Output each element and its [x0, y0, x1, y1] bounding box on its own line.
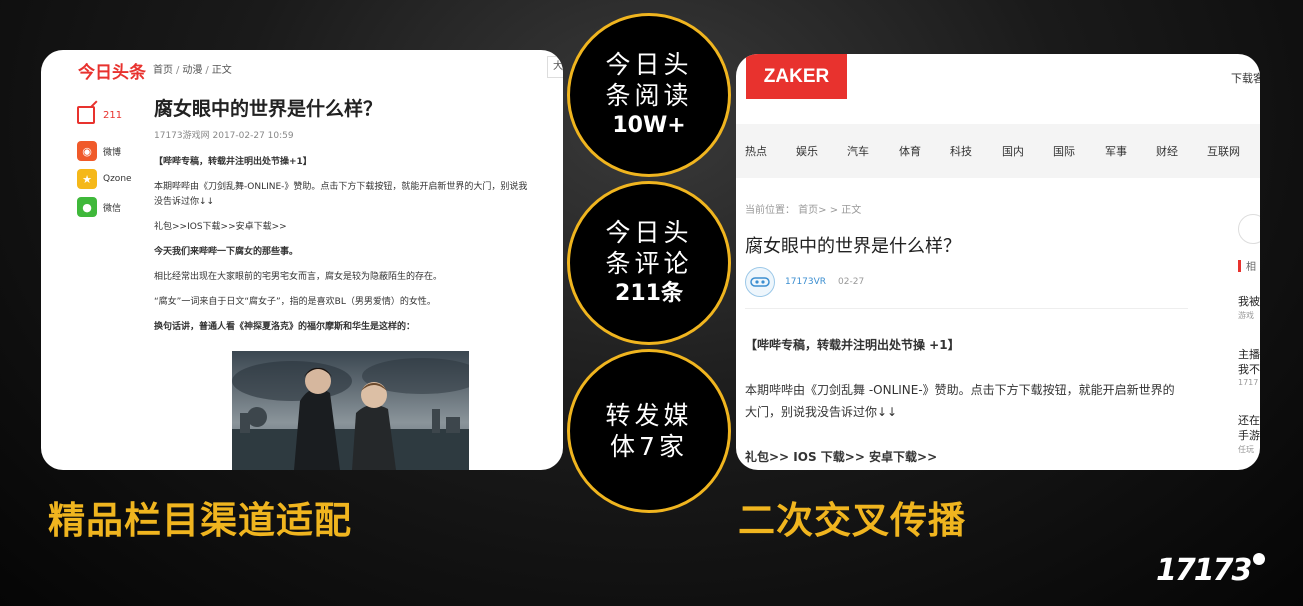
article-paragraph: 本期哔哔由《刀剑乱舞 -ONLINE-》赞助。点击下方下载按钮，就能开启新世界的… [745, 383, 1175, 419]
comment-count: 211 [103, 109, 123, 121]
sidebar-item-source: 1717 [1238, 378, 1259, 387]
nav-item[interactable]: 娱乐 [796, 143, 818, 159]
comment-button[interactable]: 211 [77, 104, 147, 126]
stat-label: 体7家 [610, 432, 688, 461]
comment-edit-icon [77, 106, 95, 124]
wechat-icon: ● [77, 197, 97, 217]
article-paragraph: 【哔哔专稿，转载井注明出处节操+1】 [154, 157, 312, 167]
sidebar-item-source: 游戏 [1238, 311, 1254, 320]
stat-value: 10W+ [612, 113, 686, 138]
nav-item[interactable]: 军事 [1105, 143, 1127, 159]
share-qzone[interactable]: ★ Qzone [77, 168, 147, 190]
brand-logo: 17173 [1156, 550, 1266, 590]
stat-comments: 今日头 条评论 211条 [567, 181, 731, 345]
toutiao-header: 今日头条 首页 / 动漫 / 正文 大 [41, 50, 563, 86]
breadcrumb-home[interactable]: 首页 [153, 65, 173, 76]
article-meta: 17173游戏网 2017-02-27 10:59 [154, 131, 294, 141]
share-label: Qzone [103, 174, 132, 184]
stat-label: 今日头 [605, 218, 693, 247]
nav-item[interactable]: 热点 [745, 143, 767, 159]
divider [745, 308, 1188, 309]
search-icon[interactable] [1238, 214, 1260, 244]
article-paragraph: 换句话讲，普通人看《神探夏洛克》的福尔摩斯和华生是这样的： [154, 322, 416, 332]
brand-dot [1253, 553, 1266, 565]
nav-item[interactable]: 汽车 [847, 143, 869, 159]
section-marker [1238, 260, 1241, 272]
weibo-icon: ◉ [77, 141, 97, 161]
qzone-icon: ★ [77, 169, 97, 189]
share-label: 微信 [103, 203, 122, 214]
download-links[interactable]: 礼包>>IOS下载>>安卓下载>> [154, 220, 546, 235]
article-paragraph: 今天我们来哔哔一下腐女的那些事。 [154, 247, 299, 257]
stat-label: 今日头 [605, 50, 693, 79]
sidebar-heading: 相 [1246, 262, 1256, 273]
nav-bar: 热点 娱乐 汽车 体育 科技 国内 国际 军事 财经 互联网 [736, 124, 1260, 178]
avatar[interactable] [745, 267, 775, 297]
sidebar-item-title[interactable]: 手游 [1238, 427, 1260, 443]
author-name[interactable]: 17173VR [785, 277, 826, 287]
nav-item[interactable]: 财经 [1156, 143, 1178, 159]
caption-text: 二次交叉传播 [738, 499, 966, 542]
caption-text: 精品栏目渠道适配 [48, 499, 352, 542]
share-sidebar: 211 ◉ 微博 ★ Qzone ● 微信 [77, 104, 147, 224]
share-wechat[interactable]: ● 微信 [77, 196, 147, 218]
breadcrumb: 首页 / 动漫 / 正文 [153, 65, 232, 76]
nav-item[interactable]: 互联网 [1207, 143, 1240, 159]
stat-reads: 今日头 条阅读 10W+ [567, 13, 731, 177]
article-paragraph: “腐女”一词来自于日文“腐女子”，指的是喜欢BL（男男爱情）的女性。 [154, 297, 436, 307]
nav-item[interactable]: 科技 [950, 143, 972, 159]
stat-value: 211条 [615, 281, 683, 306]
stat-label: 转发媒 [605, 401, 693, 430]
sidebar-item-title[interactable]: 主播 [1238, 346, 1260, 362]
sidebar-item-title[interactable]: 我被 [1238, 293, 1260, 309]
publish-date: 02-27 [838, 277, 865, 287]
zaker-screenshot: ZAKER 下载客 热点 娱乐 汽车 体育 科技 国内 国际 军事 财经 互联网… [736, 54, 1260, 470]
sherlock-photo [232, 351, 469, 470]
toutiao-logo[interactable]: 今日头条 [78, 58, 146, 83]
breadcrumb-anime[interactable]: 动漫 [182, 65, 202, 76]
toutiao-screenshot: 今日头条 首页 / 动漫 / 正文 大 211 ◉ 微博 ★ Qzone ● 微信 腐女… [41, 50, 563, 470]
nav-item[interactable]: 国内 [1002, 143, 1024, 159]
download-links[interactable]: 礼包>> IOS 下载>> 安卓下载>> [745, 446, 1185, 468]
share-label: 微博 [103, 147, 122, 158]
author-row: 17173VR 02-27 [745, 267, 864, 297]
nav-item[interactable]: 国际 [1053, 143, 1075, 159]
share-weibo[interactable]: ◉ 微博 [77, 140, 147, 162]
article-title: 腐女眼中的世界是什么样？ [745, 236, 961, 257]
article-title: 腐女眼中的世界是什么样？ [154, 98, 383, 120]
download-client-link[interactable]: 下载客 [1231, 70, 1260, 86]
zaker-logo[interactable]: ZAKER [746, 54, 847, 99]
brand-text: 17173 [1156, 552, 1252, 588]
stat-media: 转发媒 体7家 [567, 349, 731, 513]
sidebar-item-title[interactable]: 还在 [1238, 412, 1260, 428]
nav-item[interactable]: 体育 [899, 143, 921, 159]
breadcrumb-current: 正文 [211, 65, 232, 76]
breadcrumb: 当前位置： 首页> > 正文 [745, 205, 862, 216]
article: 腐女眼中的世界是什么样？ 17173游戏网 2017-02-27 10:59 【… [154, 96, 546, 335]
article-paragraph: 相比经常出现在大家眼前的宅男宅女而言，腐女是较为隐蔽陌生的存在。 [154, 272, 443, 282]
article-paragraph: 本期哔哔由《刀剑乱舞-ONLINE-》赞助。点击下方下载按钮，就能开启新世界的大… [154, 182, 528, 207]
sidebar-item-title[interactable]: 我不 [1238, 361, 1260, 377]
caption-left: 精品栏目渠道适配 [48, 490, 352, 544]
stat-label: 条评论 [605, 249, 693, 278]
caption-right: 二次交叉传播 [738, 490, 966, 544]
sidebar-item-source: 任玩 [1238, 445, 1254, 454]
font-size-button[interactable]: 大 [547, 56, 563, 78]
stat-label: 条阅读 [605, 81, 693, 110]
article-paragraph: 【哔哔专稿，转载并注明出处节操 +1】 [745, 338, 960, 352]
